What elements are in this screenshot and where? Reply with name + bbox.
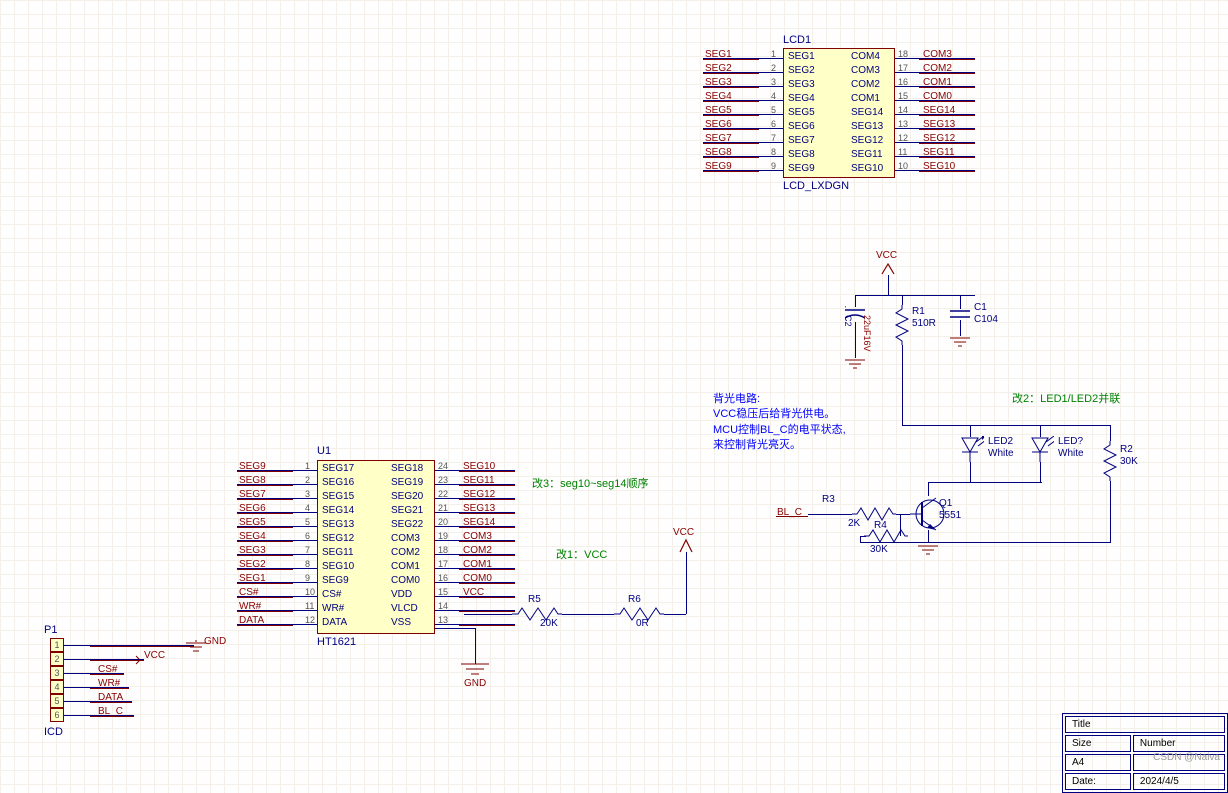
r5-ref: R5 xyxy=(528,594,541,605)
annot-vcc: 改1：VCC xyxy=(556,546,607,562)
watermark: CSDN @Naiva xyxy=(1153,752,1220,763)
wire xyxy=(902,425,1110,426)
wire xyxy=(900,542,1110,543)
wire xyxy=(435,628,475,629)
q1-val: 5551 xyxy=(939,510,961,521)
wire xyxy=(1040,462,1041,482)
svg-text:+: + xyxy=(845,306,848,310)
wire xyxy=(664,614,686,615)
p1-pin-5: 5 xyxy=(50,694,64,708)
lcd1-part: LCD_LXDGN xyxy=(783,180,849,192)
backlight-note: 背光电路: VCC稳压后给背光供电。 MCU控制BL_C的电平状态, 来控制背光… xyxy=(713,392,846,454)
wire xyxy=(855,322,856,358)
c1-val: C104 xyxy=(974,314,998,325)
r3-val: 2K xyxy=(848,518,860,529)
date-label: Date: xyxy=(1072,776,1096,787)
wire xyxy=(888,275,889,295)
vcc-label: VCC xyxy=(673,527,694,538)
vcc-symbol xyxy=(678,538,694,554)
q1-gnd xyxy=(918,544,938,558)
wire xyxy=(860,542,900,543)
wire xyxy=(960,320,961,336)
r2-val: 30K xyxy=(1120,456,1138,467)
number-label: Number xyxy=(1140,738,1176,749)
p1-designator: P1 xyxy=(44,624,57,636)
u1-part: HT1621 xyxy=(317,636,356,648)
r1-val: 510R xyxy=(912,318,936,329)
size-label: Size xyxy=(1072,738,1091,749)
size-value: A4 xyxy=(1072,757,1084,768)
p1-pin-3: 3 xyxy=(50,666,64,680)
p1-pin-2: 2 xyxy=(50,652,64,666)
annot-led-parallel: 改2：LED1/LED2并联 xyxy=(1012,390,1120,406)
led2-ref: LED2 xyxy=(988,436,1013,447)
c2-val: 22uF16V xyxy=(862,315,872,352)
c1-ref: C1 xyxy=(974,302,987,313)
wire xyxy=(928,530,929,542)
wire xyxy=(464,614,512,615)
r3-ref: R3 xyxy=(822,494,835,505)
c2-ref: C2 xyxy=(843,315,853,327)
r5-val: 20K xyxy=(540,618,558,629)
date-value: 2024/4/5 xyxy=(1140,776,1179,787)
wire xyxy=(928,482,1042,483)
r6-val: 0R xyxy=(636,618,649,629)
r1-symbol xyxy=(894,305,910,345)
wire xyxy=(960,295,961,309)
led1-val: White xyxy=(1058,448,1084,459)
wire xyxy=(855,295,975,296)
q1-ref: Q1 xyxy=(939,498,952,509)
led2-val: White xyxy=(988,448,1014,459)
u1-designator: U1 xyxy=(317,445,331,457)
wire xyxy=(1110,425,1111,441)
led2-symbol xyxy=(958,436,984,464)
wire xyxy=(902,295,903,305)
wire xyxy=(896,514,910,515)
title-label: Title xyxy=(1072,719,1091,730)
r4-val: 30K xyxy=(870,544,888,555)
r1-ref: R1 xyxy=(912,306,925,317)
wire xyxy=(970,462,971,482)
led1-ref: LED? xyxy=(1058,436,1083,447)
wire xyxy=(776,516,808,517)
r4-ref: R4 xyxy=(874,520,887,531)
p1-part: ICD xyxy=(44,726,63,738)
annot-seg-order: 改3：seg10~seg14顺序 xyxy=(532,475,648,491)
r6-ref: R6 xyxy=(628,594,641,605)
p1-pin-4: 4 xyxy=(50,680,64,694)
wire xyxy=(1110,481,1111,543)
r2-symbol xyxy=(1102,441,1118,481)
wire xyxy=(475,628,476,664)
gnd-label: GND xyxy=(464,678,486,689)
led1-symbol xyxy=(1028,436,1054,464)
r2-ref: R2 xyxy=(1120,444,1133,455)
wire xyxy=(562,614,614,615)
bl-vcc-symbol xyxy=(880,262,896,276)
p1-pin-1: 1 xyxy=(50,638,64,652)
p1-gnd-symbol xyxy=(186,640,206,656)
p1-pin-6: 6 xyxy=(50,708,64,722)
wire xyxy=(808,514,852,515)
bl-vcc-label: VCC xyxy=(876,250,897,261)
wire xyxy=(902,345,903,425)
wire xyxy=(686,552,687,614)
p1-body: 1 2 3 4 5 6 xyxy=(50,638,64,722)
wire xyxy=(900,514,901,536)
c2-gnd xyxy=(845,358,865,372)
lcd1-designator: LCD1 xyxy=(783,34,811,46)
c1-gnd xyxy=(950,336,970,350)
